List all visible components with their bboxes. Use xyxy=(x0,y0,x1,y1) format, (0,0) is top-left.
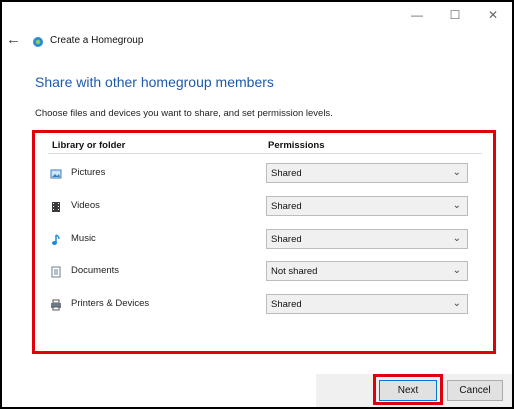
close-button[interactable]: ✕ xyxy=(478,6,508,24)
page-instructions: Choose files and devices you want to sha… xyxy=(35,108,333,119)
row-label: Documents xyxy=(71,265,120,276)
window-title: Create a Homegroup xyxy=(50,35,144,46)
share-row-music: Music Shared ⌄ xyxy=(48,229,478,251)
permission-dropdown-videos[interactable]: Shared ⌄ xyxy=(266,196,468,216)
permission-dropdown-printers[interactable]: Shared ⌄ xyxy=(266,294,468,314)
column-header-permissions: Permissions xyxy=(268,140,325,151)
videos-icon xyxy=(50,200,62,212)
permission-dropdown-music[interactable]: Shared ⌄ xyxy=(266,229,468,249)
title-bar: — ☐ ✕ xyxy=(2,2,512,30)
chevron-down-icon: ⌄ xyxy=(452,265,461,276)
printer-icon xyxy=(50,298,62,311)
row-label: Printers & Devices xyxy=(71,298,150,309)
permission-dropdown-documents[interactable]: Not shared ⌄ xyxy=(266,261,468,281)
minimize-button[interactable]: — xyxy=(402,6,432,24)
permission-dropdown-pictures[interactable]: Shared ⌄ xyxy=(266,163,468,183)
chevron-down-icon: ⌄ xyxy=(452,167,461,178)
dropdown-value: Not shared xyxy=(271,266,318,277)
row-label: Music xyxy=(71,233,96,244)
cancel-button[interactable]: Cancel xyxy=(447,380,503,401)
documents-icon xyxy=(50,265,62,278)
dropdown-value: Shared xyxy=(271,201,302,212)
back-arrow-icon[interactable]: ← xyxy=(6,32,22,48)
dropdown-value: Shared xyxy=(271,234,302,245)
share-row-videos: Videos Shared ⌄ xyxy=(48,196,478,218)
chevron-down-icon: ⌄ xyxy=(452,200,461,211)
chevron-down-icon: ⌄ xyxy=(452,298,461,309)
dropdown-value: Shared xyxy=(271,168,302,179)
share-row-printers: Printers & Devices Shared ⌄ xyxy=(48,294,478,316)
dropdown-value: Shared xyxy=(271,299,302,310)
chevron-down-icon: ⌄ xyxy=(452,233,461,244)
maximize-button[interactable]: ☐ xyxy=(440,6,470,24)
column-header-library: Library or folder xyxy=(52,140,126,151)
page-heading: Share with other homegroup members xyxy=(35,74,274,90)
pictures-icon xyxy=(50,167,62,179)
row-label: Pictures xyxy=(71,167,106,178)
homegroup-icon xyxy=(32,35,44,47)
share-row-documents: Documents Not shared ⌄ xyxy=(48,261,478,283)
next-button[interactable]: Next xyxy=(379,380,437,401)
header-divider xyxy=(48,153,482,154)
share-row-pictures: Pictures Shared ⌄ xyxy=(48,163,478,185)
dialog-window: — ☐ ✕ ← Create a Homegroup Share with ot… xyxy=(0,0,514,409)
row-label: Videos xyxy=(71,200,100,211)
music-icon xyxy=(50,233,62,245)
